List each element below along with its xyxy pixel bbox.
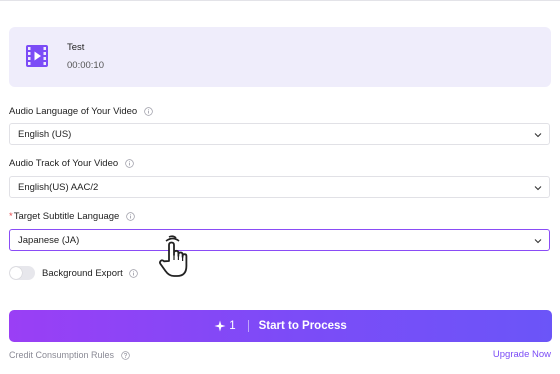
- background-export-toggle[interactable]: [9, 266, 35, 280]
- required-mark: *: [9, 211, 13, 222]
- info-icon[interactable]: [126, 212, 135, 221]
- audio-language-label: Audio Language of Your Video: [9, 106, 153, 117]
- audio-language-value: English (US): [18, 129, 72, 140]
- chevron-down-icon: [534, 239, 542, 244]
- info-icon[interactable]: [144, 107, 153, 116]
- video-file-icon: [26, 45, 48, 67]
- start-to-process-button[interactable]: 1 Start to Process: [9, 310, 552, 342]
- chevron-down-icon: [534, 133, 542, 138]
- audio-track-select[interactable]: English(US) AAC/2: [9, 176, 550, 198]
- hand-pointer-cursor-icon: [159, 235, 188, 277]
- target-language-label: *Target Subtitle Language: [9, 211, 135, 222]
- audio-language-select[interactable]: English (US): [9, 123, 550, 145]
- target-language-select[interactable]: Japanese (JA): [9, 229, 550, 251]
- target-language-value: Japanese (JA): [18, 235, 80, 246]
- audio-language-label-text: Audio Language of Your Video: [9, 106, 138, 117]
- toggle-knob: [10, 267, 22, 279]
- file-duration: 00:00:10: [67, 60, 104, 71]
- credit-rules-text: Credit Consumption Rules: [9, 350, 115, 360]
- button-divider: [247, 320, 249, 332]
- target-language-label-text: Target Subtitle Language: [13, 211, 120, 222]
- background-export-label: Background Export: [42, 268, 139, 279]
- audio-track-value: English(US) AAC/2: [18, 182, 99, 193]
- process-button-content: 1 Start to Process: [9, 310, 552, 342]
- credit-count: 1: [229, 320, 236, 332]
- credit-consumption-rules-link[interactable]: Credit Consumption Rules: [9, 350, 130, 360]
- process-button-label: Start to Process: [258, 320, 347, 332]
- upgrade-now-link[interactable]: Upgrade Now: [493, 349, 551, 360]
- chevron-down-icon: [534, 186, 542, 191]
- background-export-text: Background Export: [42, 268, 123, 279]
- file-name: Test: [67, 42, 85, 53]
- audio-track-label: Audio Track of Your Video: [9, 158, 134, 169]
- info-icon[interactable]: [125, 159, 134, 168]
- top-divider: [0, 0, 560, 1]
- audio-track-label-text: Audio Track of Your Video: [9, 158, 119, 169]
- video-file-card: Test 00:00:10: [9, 27, 551, 87]
- help-icon: [120, 351, 130, 360]
- sparkle-icon: [214, 320, 226, 332]
- info-icon[interactable]: [129, 269, 139, 278]
